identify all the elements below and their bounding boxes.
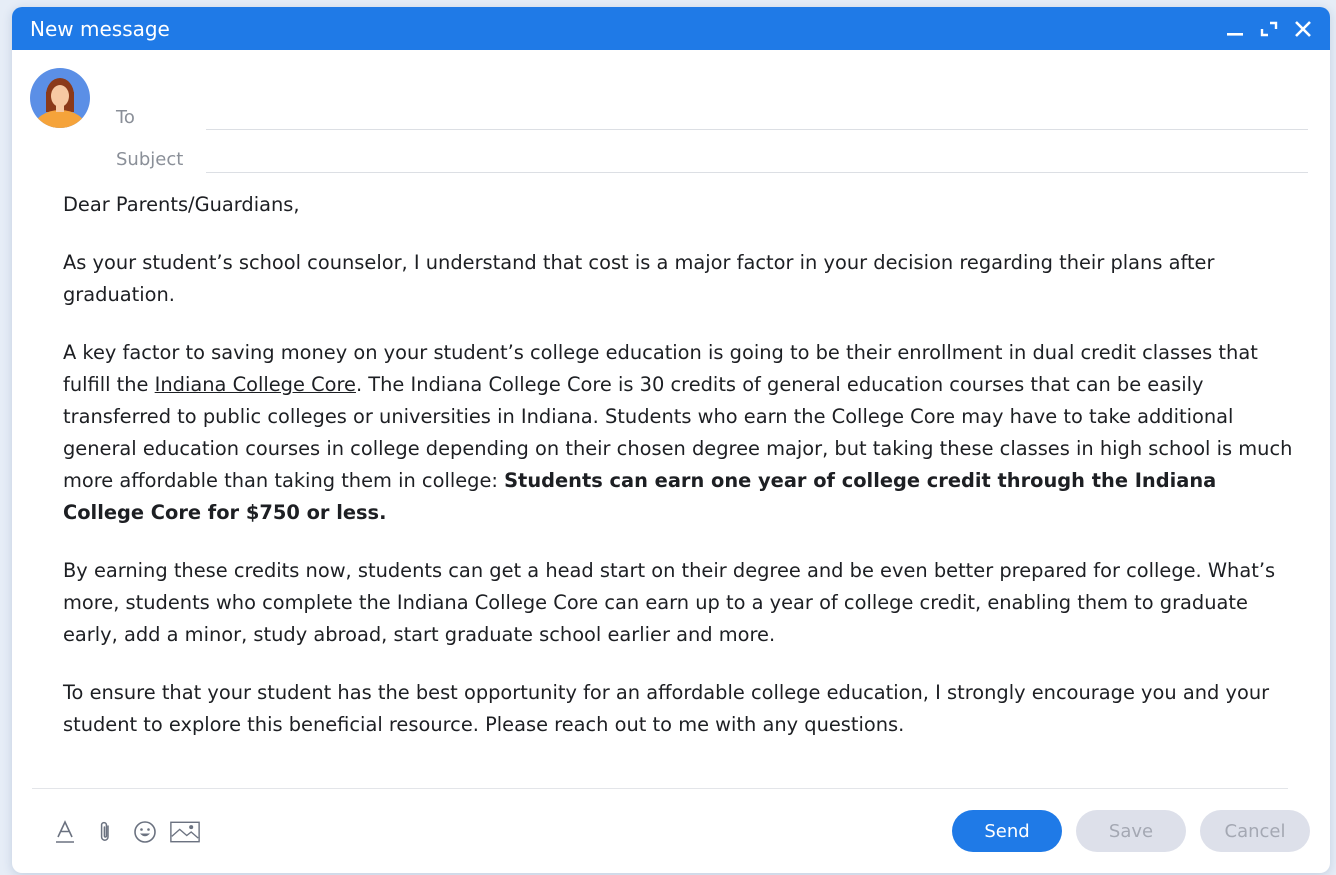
window-title: New message — [30, 16, 170, 41]
attachment-icon — [100, 821, 109, 841]
indiana-college-core-link[interactable]: Indiana College Core — [155, 373, 356, 396]
greeting: Dear Parents/Guardians, — [63, 193, 300, 216]
attach-button[interactable] — [90, 817, 120, 847]
subject-input[interactable] — [206, 140, 1312, 172]
save-button[interactable]: Save — [1076, 810, 1186, 852]
minimize-icon — [1227, 32, 1243, 36]
emoji-button[interactable] — [130, 817, 160, 847]
text-format-button[interactable] — [50, 817, 80, 847]
subject-divider — [206, 172, 1308, 173]
message-header: To Subject — [12, 50, 1330, 190]
close-icon — [1295, 20, 1311, 37]
send-button[interactable]: Send — [952, 810, 1062, 852]
expand-button[interactable] — [1258, 18, 1280, 40]
body-paragraph-2: A key factor to saving money on your stu… — [63, 337, 1298, 529]
body-paragraph-3: By earning these credits now, students c… — [63, 559, 1276, 646]
to-divider — [206, 129, 1308, 130]
body-paragraph-1: As your student’s school counselor, I un… — [63, 251, 1215, 306]
action-buttons: Send Save Cancel — [952, 810, 1310, 852]
emoji-icon — [134, 821, 156, 843]
text-format-icon — [56, 820, 74, 843]
cancel-button[interactable]: Cancel — [1200, 810, 1310, 852]
message-body[interactable]: Dear Parents/Guardians, As your student’… — [63, 189, 1298, 767]
avatar — [30, 68, 90, 128]
body-paragraph-4: To ensure that your student has the best… — [63, 681, 1270, 736]
insert-image-button[interactable] — [170, 817, 200, 847]
image-icon — [170, 821, 200, 843]
minimize-button[interactable] — [1224, 18, 1246, 40]
subject-label: Subject — [116, 149, 184, 170]
to-label: To — [116, 107, 135, 128]
close-button[interactable] — [1292, 18, 1314, 40]
expand-icon — [1260, 21, 1278, 36]
title-bar: New message — [12, 7, 1330, 50]
footer-divider — [32, 788, 1288, 789]
window-controls — [1224, 7, 1314, 50]
compose-window: New message To Subject Dear Parents/Guar… — [12, 7, 1330, 873]
format-toolbar — [50, 816, 200, 848]
to-input[interactable] — [206, 98, 1312, 130]
